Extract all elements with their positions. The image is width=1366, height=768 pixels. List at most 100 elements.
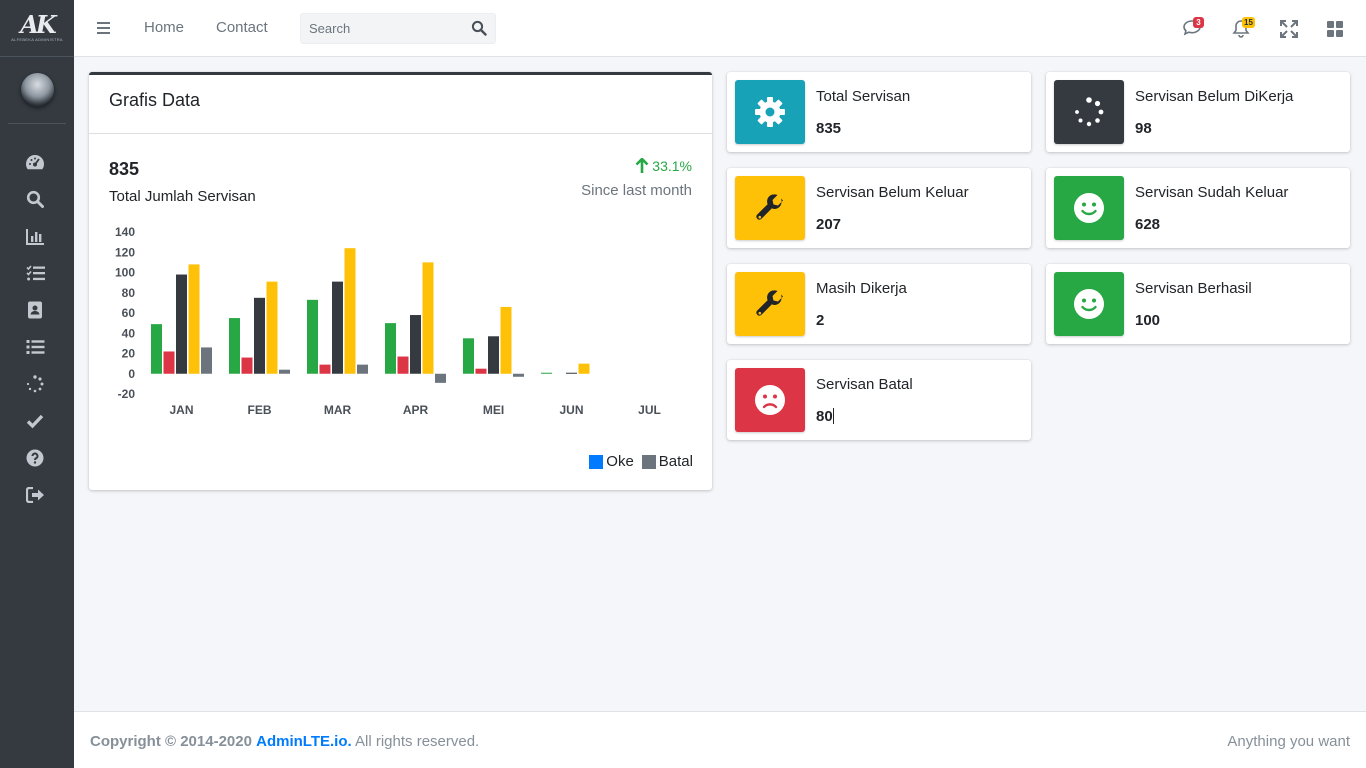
nav-link-contact[interactable]: Contact [216,19,268,36]
info-box-label: Total Servisan [816,88,911,105]
sidebar-item-pending[interactable] [24,373,46,395]
info-box-icon [1054,176,1124,240]
chart-bar[interactable] [254,297,265,374]
chart-bar[interactable] [279,369,290,374]
chart-bar[interactable] [319,364,331,374]
x-tick-label: FEB [248,403,272,415]
smile-icon [1074,193,1104,223]
chart-bar[interactable] [475,368,487,374]
search-icon [471,20,487,36]
chart-bar[interactable] [422,262,434,374]
y-tick-label: 0 [128,367,135,381]
info-box-value: 207 [816,216,842,233]
sidebar-item-charts[interactable] [24,225,46,247]
sidebar-item-tasks[interactable] [24,262,46,284]
info-box-label: Servisan Berhasil [1135,280,1252,297]
search-icon [26,190,44,208]
search-input[interactable] [309,21,459,36]
brand-logo[interactable]: AK ALFEBEKA ADMINISTRA [0,0,74,57]
total-value: 835 [109,159,140,179]
check-icon [26,414,44,429]
sidebar-item-search[interactable] [24,188,46,210]
x-tick-label: APR [403,403,429,415]
chart-bar[interactable] [385,323,396,374]
chart-bar[interactable] [344,248,356,374]
info-box-value: 835 [816,120,842,137]
chart-bar[interactable] [488,336,499,374]
info-box-masih-dikerja: Masih Dikerja 2 [727,264,1031,344]
spinner-icon [1075,97,1104,127]
sign-out-icon [25,487,44,503]
chart-bar[interactable] [397,356,409,374]
x-tick-label: JUL [638,403,661,415]
chart-bar[interactable] [463,338,474,374]
chart-bar[interactable] [357,364,368,374]
smile-icon [1074,289,1104,319]
info-box-value: 98 [1135,120,1152,137]
info-box-label: Servisan Belum Keluar [816,184,969,201]
legend-swatch-oke [589,454,604,469]
notifications-button[interactable]: 15 [1231,17,1255,40]
chart-bar[interactable] [163,351,175,374]
sidebar-item-done[interactable] [24,410,46,432]
brand-subtitle: ALFEBEKA ADMINISTRA [11,37,63,42]
chart-bar[interactable] [188,264,200,374]
x-tick-label: MEI [483,403,504,415]
chart-bar[interactable] [201,347,212,374]
change-indicator: 33.1% [635,158,692,174]
notifications-count-badge: 15 [1242,17,1255,28]
chart-bar[interactable] [435,373,446,383]
sidebar-item-logout[interactable] [24,484,46,506]
chart-bar[interactable] [541,372,552,374]
address-book-icon [28,301,42,319]
sidebar-item-list[interactable] [24,336,46,358]
search-button[interactable] [471,20,489,38]
chart-bar[interactable] [241,357,253,374]
info-box-icon [735,80,805,144]
chart-bar[interactable] [266,281,278,374]
info-box-icon [735,368,805,432]
fullscreen-button[interactable] [1278,18,1300,40]
top-navbar: Home Contact 3 15 [74,0,1366,57]
legend-label-oke[interactable]: Oke [606,453,634,470]
legend-label-batal[interactable]: Batal [659,453,693,470]
frown-icon [755,385,785,415]
y-tick-label: -20 [118,387,136,401]
brand-logo-text: AK [20,10,57,39]
x-tick-label: JUN [559,403,583,415]
sidebar-divider [8,123,66,124]
th-large-icon [1327,21,1343,37]
chart-bar[interactable] [151,324,162,374]
chart-bar[interactable] [332,281,343,374]
sidebar-item-records[interactable] [24,299,46,321]
total-label: Total Jumlah Servisan [109,188,256,205]
info-box-value: 100 [1135,312,1161,329]
text-cursor [832,408,834,424]
x-tick-label: MAR [324,403,352,415]
hamburger-icon [97,22,110,34]
chart-bar[interactable] [500,306,512,374]
menu-toggle-button[interactable] [96,20,112,36]
sidebar-item-dashboard[interactable] [24,151,46,173]
cog-icon [755,97,785,127]
chart-bar[interactable] [566,372,577,374]
user-avatar[interactable] [21,73,54,106]
chart-bar[interactable] [513,373,524,377]
adminlte-link[interactable]: AdminLTE.io. [256,733,352,750]
tachometer-icon [26,155,45,170]
messages-count-badge: 3 [1193,17,1204,28]
chart-bar[interactable] [229,318,240,374]
sidebar-item-help[interactable] [24,447,46,469]
chart-bar[interactable] [578,363,590,374]
chart-bar[interactable] [307,299,318,374]
change-label: Since last month [581,182,692,199]
copyright-prefix: Copyright © 2014-2020 [90,733,252,750]
info-box-label: Servisan Batal [816,376,913,393]
nav-link-home[interactable]: Home [144,19,184,36]
messages-button[interactable]: 3 [1182,17,1204,40]
control-sidebar-button[interactable] [1324,18,1346,40]
chart-bar[interactable] [410,315,421,374]
chart-bar[interactable] [176,274,187,374]
info-box-icon [735,272,805,336]
info-box-value: 2 [816,312,825,329]
